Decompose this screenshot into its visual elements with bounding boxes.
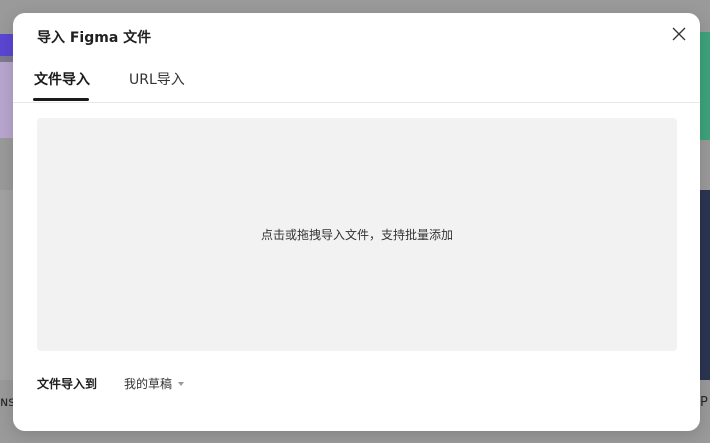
destination-select[interactable]: 我的草稿 [124,374,185,392]
tab-url-import[interactable]: URL导入 [129,69,185,101]
background-card [700,190,710,380]
destination-value: 我的草稿 [124,376,173,391]
caret-down-icon [178,382,185,386]
dropzone-hint: 点击或拖拽导入文件，支持批量添加 [260,228,453,242]
active-tab-indicator [33,98,89,101]
dialog-title: 导入 Figma 文件 [37,30,152,46]
background-card [0,190,13,380]
file-dropzone[interactable]: 点击或拖拽导入文件，支持批量添加 [37,118,677,351]
import-figma-dialog: 导入 Figma 文件 文件导入 URL导入 点击或拖拽导入文件，支持批量添加 … [13,13,700,431]
background-text: P [700,395,708,410]
tab-file-import[interactable]: 文件导入 [33,69,91,101]
background-accent [0,34,13,56]
background-card [700,32,710,140]
close-button[interactable] [668,23,690,45]
tab-bar: 文件导入 URL导入 [13,69,700,103]
background-thumbnail [0,62,13,138]
close-icon [672,27,686,41]
destination-label: 文件导入到 [37,377,98,391]
